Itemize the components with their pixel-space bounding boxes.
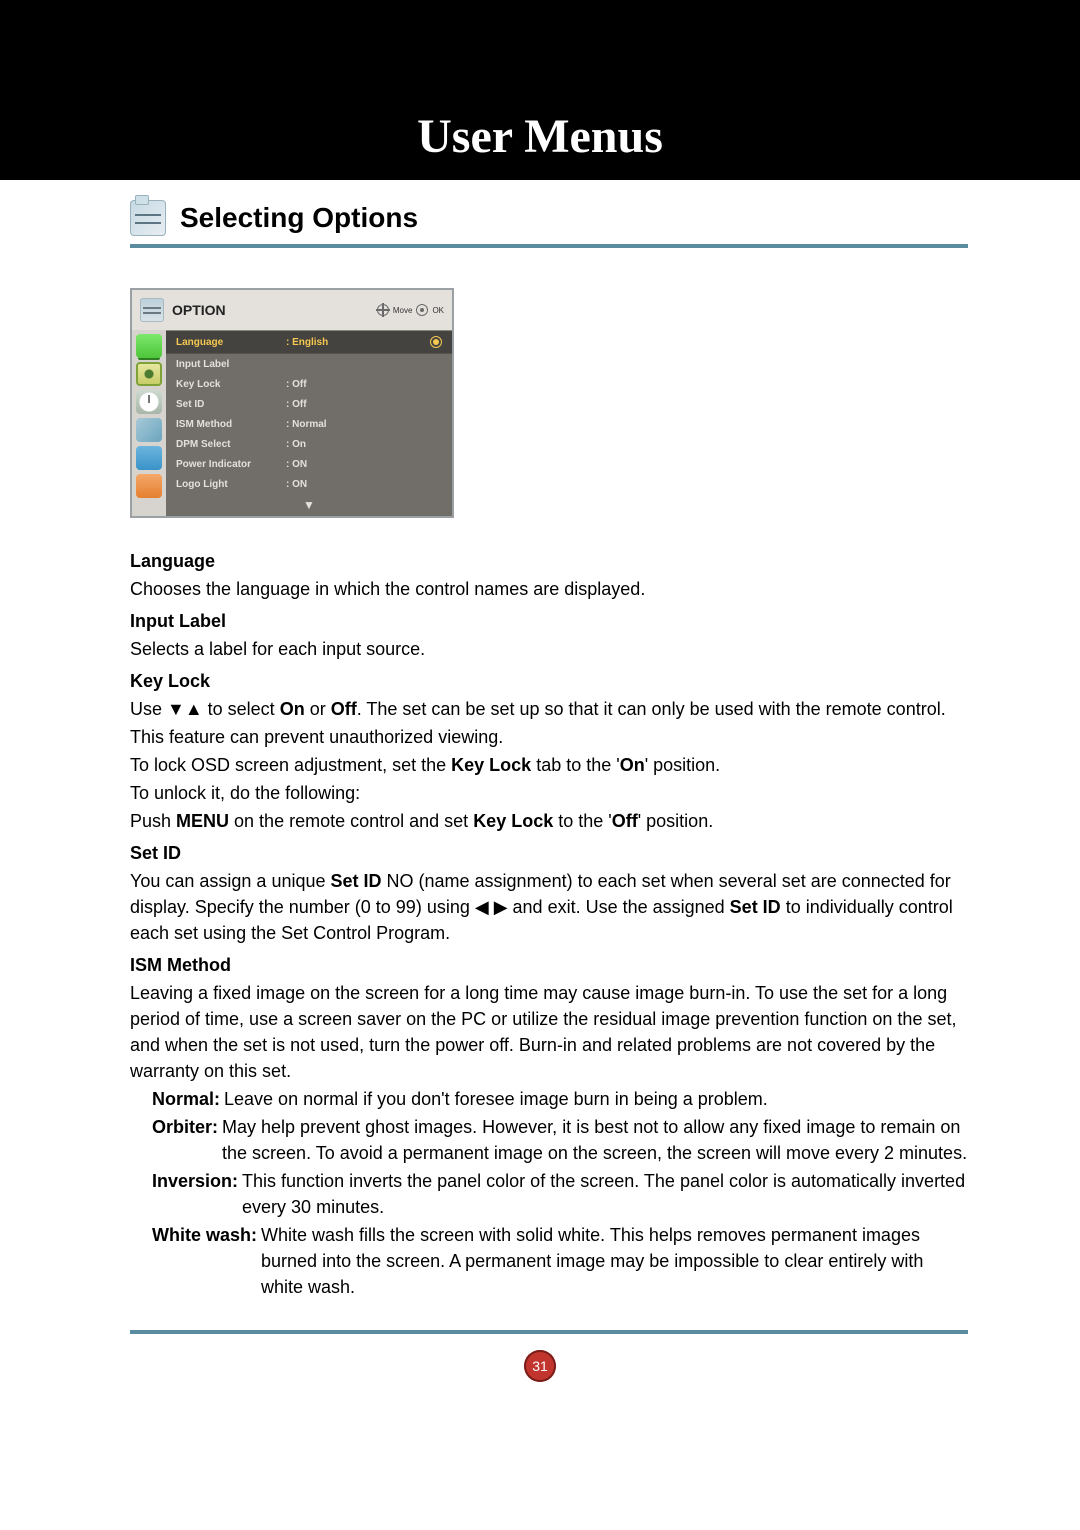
ism-item-inversion: Inversion: This function inverts the pan… [152,1168,968,1220]
footer-divider [130,1330,968,1334]
desc-key-lock-4: To unlock it, do the following: [130,780,968,806]
page-title: User Menus [417,109,663,164]
term-set-id: Set ID [130,840,968,866]
page-number-badge: 31 [524,1350,556,1382]
osd-row-value: : On [286,439,356,450]
osd-row-label: ISM Method [176,419,286,430]
ok-label: OK [432,306,444,315]
osd-row-language[interactable]: Language : English [166,330,452,354]
desc-key-lock-2: This feature can prevent unauthorized vi… [130,724,968,750]
desc-key-lock-5: Push MENU on the remote control and set … [130,808,968,834]
ism-item-desc: May help prevent ghost images. However, … [218,1114,968,1166]
ism-item-normal: Normal: Leave on normal if you don't for… [152,1086,968,1112]
desc-key-lock-1: Use ▼▲ to select On or Off. The set can … [130,696,968,722]
osd-row-value: : ON [286,459,356,470]
osd-row-value: : Normal [286,419,356,430]
content-area: Selecting Options OPTION Move OK [0,180,1080,1300]
term-key-lock: Key Lock [130,668,968,694]
ism-item-label: Normal: [152,1086,220,1112]
ism-item-white-wash: White wash: White wash fills the screen … [152,1222,968,1300]
ism-item-label: Orbiter: [152,1114,218,1166]
osd-row-input-label[interactable]: Input Label [166,354,452,374]
section-title: Selecting Options [180,202,418,234]
osd-option-list: Language : English Input Label Key Lock … [166,330,452,516]
osd-row-dpm-select[interactable]: DPM Select : On [166,434,452,454]
desc-input-label: Selects a label for each input source. [130,636,968,662]
osd-row-label: Input Label [176,359,286,370]
ism-item-desc: This function inverts the panel color of… [238,1168,968,1220]
move-label: Move [393,306,413,315]
osd-row-ism-method[interactable]: ISM Method : Normal [166,414,452,434]
title-bar: User Menus [0,0,1080,180]
osd-nav-hints: Move OK [377,304,452,316]
osd-row-key-lock[interactable]: Key Lock : Off [166,374,452,394]
osd-row-logo-light[interactable]: Logo Light : ON [166,474,452,494]
osd-sidebar-icons [132,330,166,516]
osd-row-label: Set ID [176,399,286,410]
desc-ism-intro: Leaving a fixed image on the screen for … [130,980,968,1084]
osd-row-label: DPM Select [176,439,286,450]
term-language: Language [130,548,968,574]
osd-panel: OPTION Move OK [130,288,454,518]
osd-header: OPTION Move OK [132,290,452,330]
osd-category-icon [136,334,162,358]
ism-item-desc: White wash fills the screen with solid w… [257,1222,968,1300]
osd-row-value: : English [286,337,356,348]
osd-category-icon [136,390,162,414]
move-icon [377,304,389,316]
desc-set-id: You can assign a unique Set ID NO (name … [130,868,968,946]
ism-item-label: White wash: [152,1222,257,1300]
osd-scroll-down[interactable]: ▼ [166,494,452,516]
term-ism-method: ISM Method [130,952,968,978]
osd-row-label: Language [176,337,286,348]
options-icon [130,200,166,236]
ism-option-list: Normal: Leave on normal if you don't for… [130,1086,968,1300]
osd-row-label: Key Lock [176,379,286,390]
desc-key-lock-3: To lock OSD screen adjustment, set the K… [130,752,968,778]
section-header: Selecting Options [130,200,968,248]
osd-category-icon [136,474,162,498]
ism-item-orbiter: Orbiter: May help prevent ghost images. … [152,1114,968,1166]
term-input-label: Input Label [130,608,968,634]
osd-category-icon [136,446,162,470]
osd-row-label: Power Indicator [176,459,286,470]
ok-icon [416,304,428,316]
page: User Menus Selecting Options OPTION Move… [0,0,1080,1530]
radio-icon [430,336,442,348]
osd-row-value: : Off [286,379,356,390]
osd-row-set-id[interactable]: Set ID : Off [166,394,452,414]
body-text: Language Chooses the language in which t… [130,548,968,1300]
osd-header-icon [140,298,164,322]
osd-category-icon [136,362,162,386]
ism-item-desc: Leave on normal if you don't foresee ima… [220,1086,768,1112]
osd-category-icon [136,418,162,442]
osd-row-power-indicator[interactable]: Power Indicator : ON [166,454,452,474]
osd-row-value: : ON [286,479,356,490]
osd-row-label: Logo Light [176,479,286,490]
desc-language: Chooses the language in which the contro… [130,576,968,602]
ism-item-label: Inversion: [152,1168,238,1220]
osd-title: OPTION [172,302,377,318]
osd-row-value: : Off [286,399,356,410]
osd-screenshot: OPTION Move OK [130,288,968,518]
